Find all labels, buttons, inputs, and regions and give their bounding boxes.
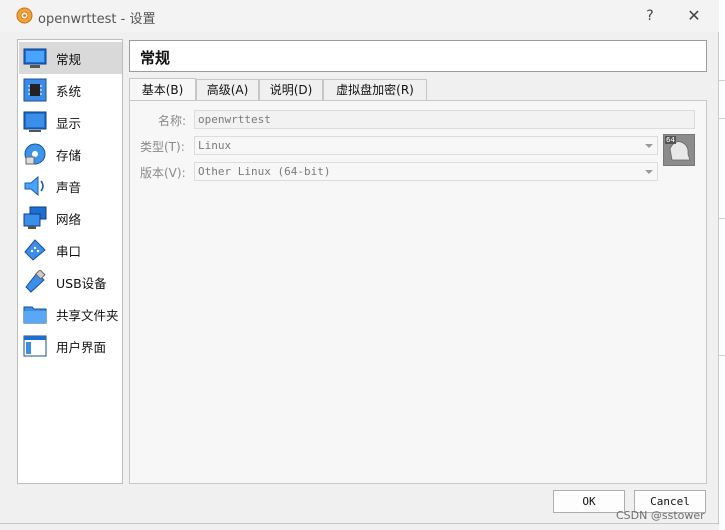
version-select[interactable]: Other Linux (64-bit) [194, 162, 658, 181]
sidebar-item-label: 串口 [56, 243, 82, 259]
settings-dialog: openwrttest - 设置 ? ✕ 常规 系统 显示 存储 声音 网络 串… [0, 0, 719, 524]
chevron-down-icon [645, 144, 653, 148]
network-icon [23, 206, 47, 229]
name-label: 名称: [158, 114, 187, 128]
sidebar-item-label: 常规 [56, 51, 82, 67]
display-monitor-icon [23, 111, 47, 132]
basic-settings-panel: 名称: openwrttest 类型(T): Linux 版本(V): Othe… [129, 100, 707, 484]
sidebar-item-display[interactable]: 显示 [19, 106, 122, 138]
shared-folder-icon [23, 306, 47, 324]
version-label: 版本(V): [140, 166, 186, 180]
sidebar-item-serial[interactable]: 串口 [19, 234, 122, 266]
page-header: 常规 [129, 40, 707, 72]
sidebar-item-label: 网络 [56, 211, 82, 227]
sidebar-item-label: 用户界面 [56, 339, 107, 355]
sidebar-item-user-interface[interactable]: 用户界面 [19, 330, 122, 362]
sidebar-item-shared-folders[interactable]: 共享文件夹 [19, 298, 122, 330]
sidebar-item-usb[interactable]: USB设备 [19, 266, 122, 298]
close-button[interactable]: ✕ [672, 3, 716, 29]
chevron-down-icon [645, 170, 653, 174]
sidebar-item-network[interactable]: 网络 [19, 202, 122, 234]
background-window-edge [719, 0, 725, 530]
serial-port-icon [24, 239, 46, 261]
user-interface-icon [23, 335, 47, 357]
tab-disk-encryption[interactable]: 虚拟盘加密(R) [323, 79, 427, 100]
virtualbox-app-icon [16, 7, 33, 24]
watermark: CSDN @sstower [616, 509, 705, 522]
os-bitness-badge: 64 [665, 136, 676, 144]
ok-button[interactable]: OK [553, 490, 625, 513]
page-title: 常规 [140, 49, 171, 67]
sidebar-item-label: USB设备 [56, 275, 107, 291]
sidebar-item-label: 存储 [56, 147, 82, 163]
title-bar: openwrttest - 设置 ? ✕ [0, 0, 719, 32]
tab-advanced[interactable]: 高级(A) [196, 79, 259, 100]
general-monitor-icon [23, 48, 47, 68]
type-select-value: Linux [198, 139, 232, 152]
sidebar-item-label: 声音 [56, 179, 82, 195]
type-select[interactable]: Linux [194, 136, 658, 155]
sidebar-item-audio[interactable]: 声音 [19, 170, 122, 202]
sidebar-item-storage[interactable]: 存储 [19, 138, 122, 170]
sidebar-item-label: 系统 [56, 83, 82, 99]
sidebar-item-label: 共享文件夹 [56, 307, 119, 323]
tab-description[interactable]: 说明(D) [259, 79, 323, 100]
tab-basic[interactable]: 基本(B) [129, 78, 196, 100]
type-label: 类型(T): [140, 140, 185, 154]
version-select-value: Other Linux (64-bit) [198, 165, 331, 178]
usb-icon [25, 270, 46, 293]
sidebar-item-general[interactable]: 常规 [19, 42, 122, 74]
help-button[interactable]: ? [628, 3, 672, 29]
window-title: openwrttest - 设置 [38, 12, 156, 27]
linux-64-icon: 64 [663, 134, 695, 166]
sidebar-item-system[interactable]: 系统 [19, 74, 122, 106]
system-chip-icon [23, 78, 47, 102]
storage-disk-icon [24, 143, 46, 165]
sidebar-item-label: 显示 [56, 115, 82, 131]
speaker-icon [24, 175, 44, 197]
settings-sidebar: 常规 系统 显示 存储 声音 网络 串口 USB设备 共享文件夹 用户界面 [17, 39, 123, 484]
name-field[interactable]: openwrttest [194, 110, 695, 129]
